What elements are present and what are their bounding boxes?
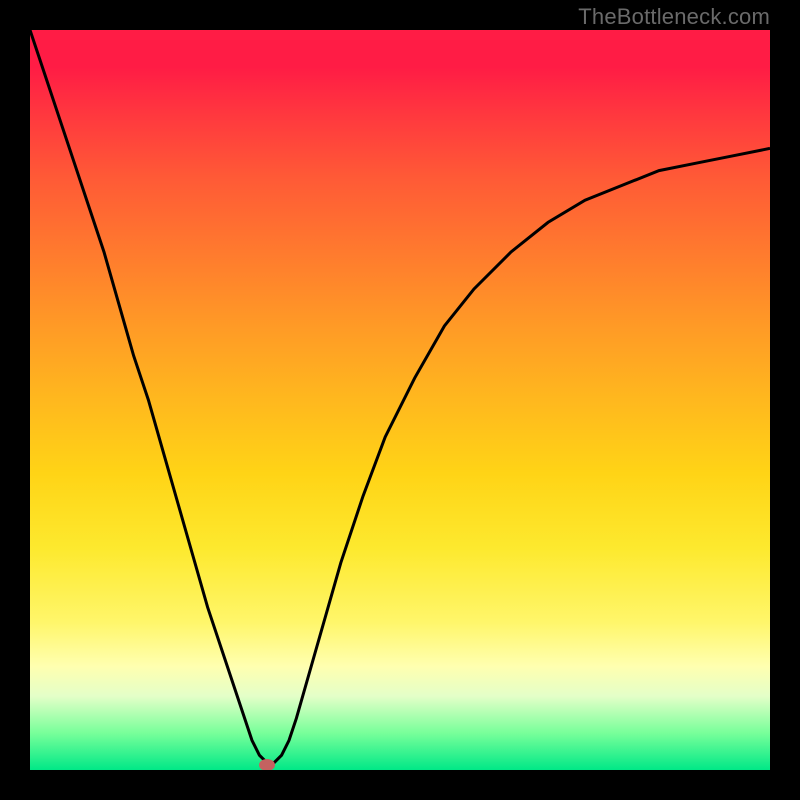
- attribution-label: TheBottleneck.com: [578, 4, 770, 30]
- curve-svg: [30, 30, 770, 770]
- bottleneck-curve: [30, 30, 770, 763]
- chart-frame: TheBottleneck.com: [0, 0, 800, 800]
- minimum-marker: [259, 759, 275, 770]
- plot-area: [30, 30, 770, 770]
